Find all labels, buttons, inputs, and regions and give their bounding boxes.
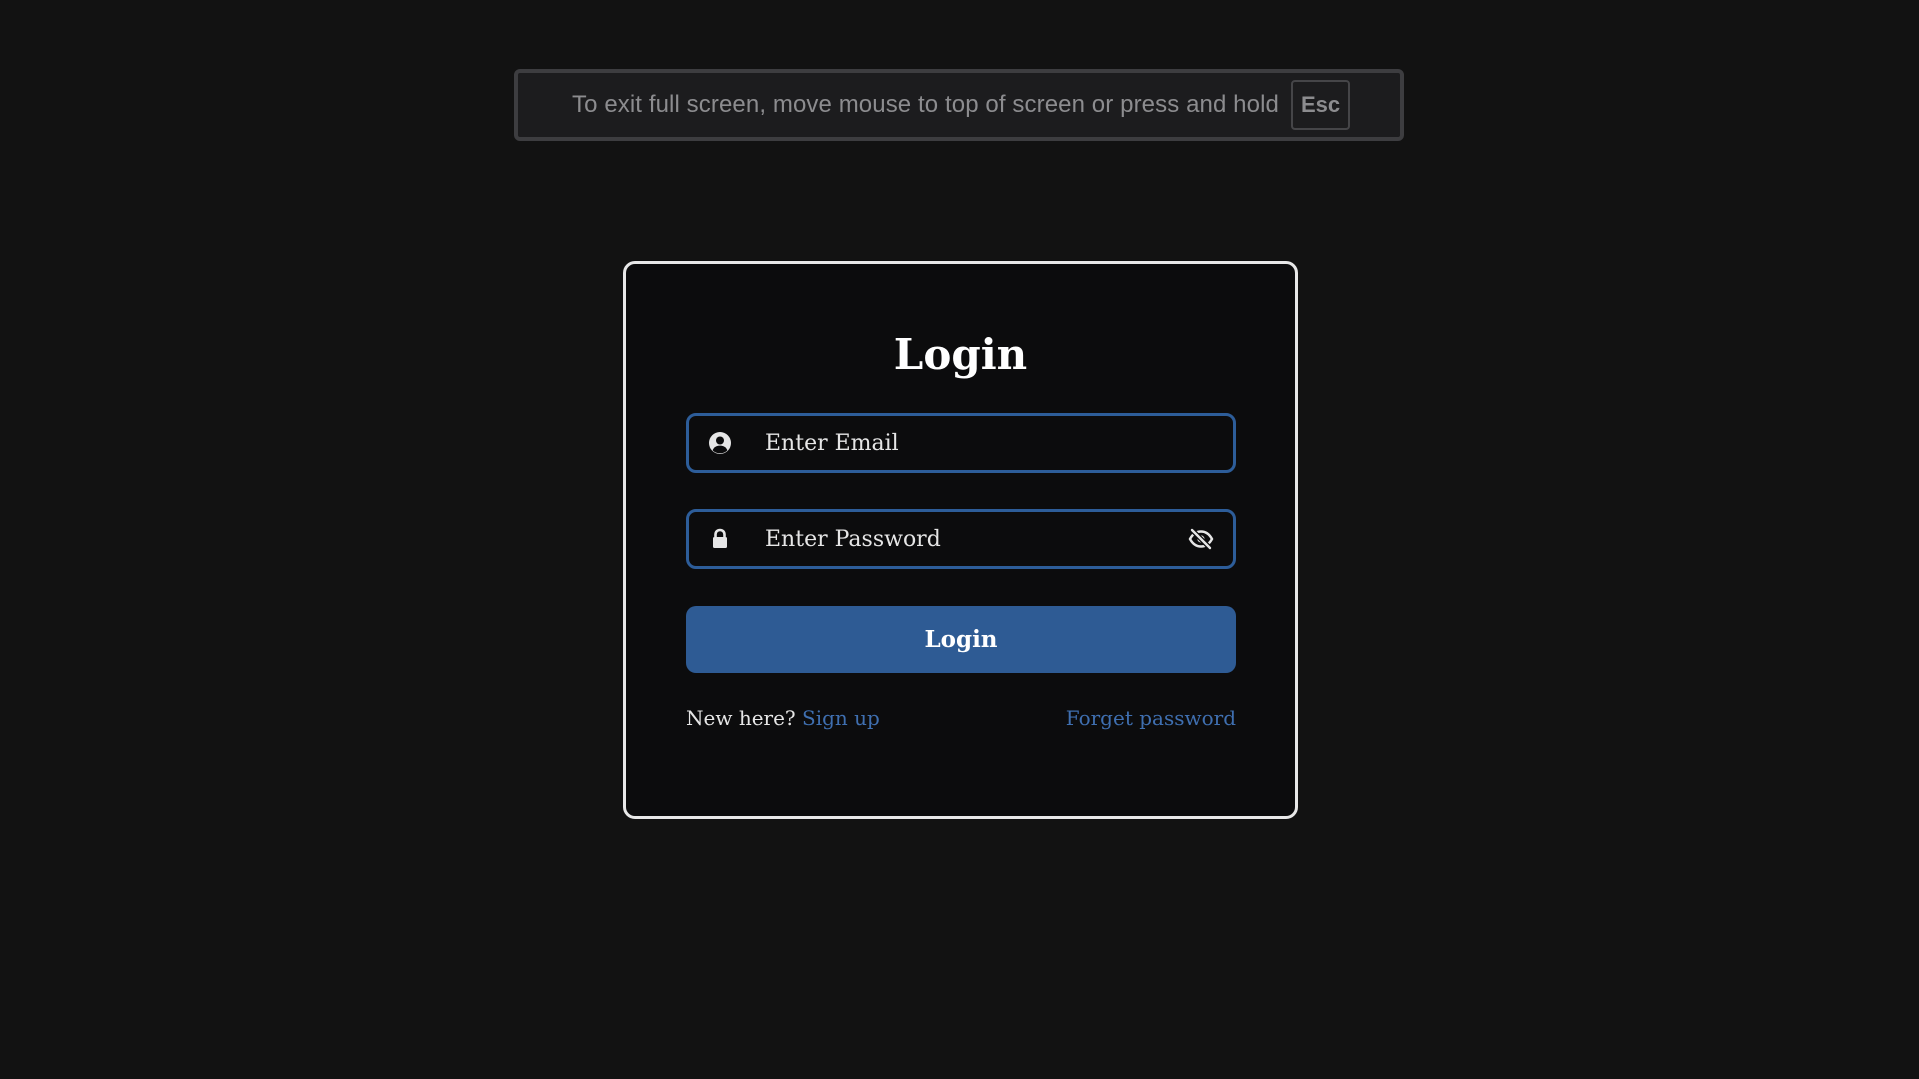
password-input[interactable] — [765, 512, 1187, 566]
esc-key-badge: Esc — [1290, 80, 1351, 130]
login-title: Login — [893, 330, 1028, 379]
login-card: Login Login — [623, 261, 1298, 819]
fullscreen-notice-text: To exit full screen, move mouse to top o… — [572, 91, 1279, 118]
forgot-password-link[interactable]: Forget password — [1066, 706, 1236, 730]
login-button[interactable]: Login — [686, 606, 1236, 673]
new-here-text: New here? — [686, 706, 796, 730]
email-field[interactable] — [686, 413, 1236, 473]
email-input[interactable] — [765, 416, 1233, 470]
user-circle-icon — [707, 430, 733, 456]
signup-link[interactable]: Sign up — [802, 706, 880, 730]
fullscreen-notice: To exit full screen, move mouse to top o… — [514, 69, 1404, 141]
eye-slash-icon[interactable] — [1187, 525, 1215, 553]
signup-prompt: New here? Sign up — [686, 706, 880, 730]
lock-icon — [707, 526, 733, 552]
login-footer: New here? Sign up Forget password — [686, 706, 1236, 730]
password-field[interactable] — [686, 509, 1236, 569]
